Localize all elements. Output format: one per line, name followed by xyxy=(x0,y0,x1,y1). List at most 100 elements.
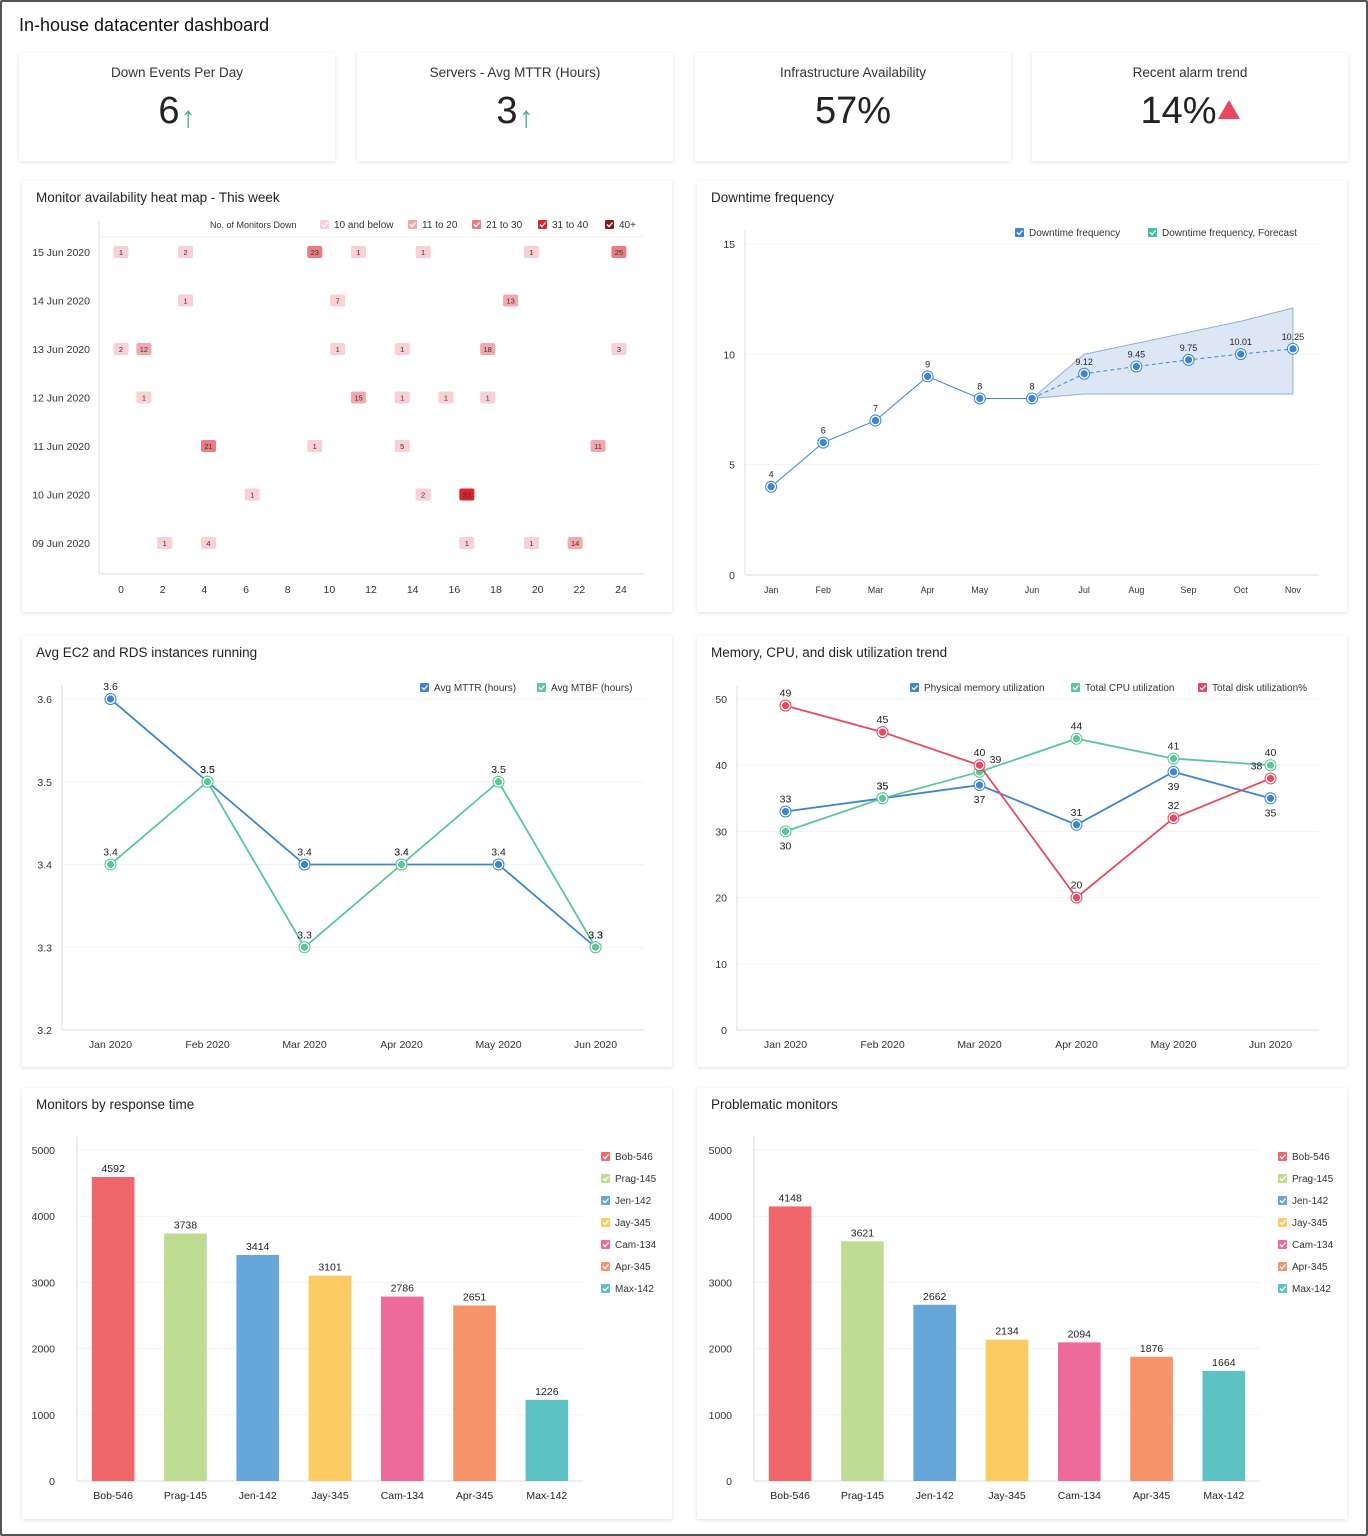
problematic-chart: 0 1000 2000 3000 4000 5000 4148 Bob-546 3621 Prag… xyxy=(709,1136,1334,1502)
heatmap-chart: No. of Monitors Down 10 and below 11 to 20… xyxy=(32,220,644,596)
data-point[interactable] xyxy=(494,860,503,869)
kpi-avg-mttr[interactable]: Servers - Avg MTTR (Hours) 3 ↑ xyxy=(357,53,673,161)
legend-item-label[interactable]: Apr-345 xyxy=(1292,1262,1328,1273)
data-point[interactable] xyxy=(878,794,887,802)
data-point[interactable] xyxy=(1266,761,1275,769)
legend-item-label[interactable]: Prag-145 xyxy=(615,1174,657,1185)
data-point[interactable] xyxy=(781,827,790,835)
data-point[interactable] xyxy=(494,778,503,786)
legend-item-label[interactable]: Jay-345 xyxy=(1292,1218,1328,1229)
bar-jen-142[interactable] xyxy=(236,1254,280,1481)
data-point[interactable] xyxy=(1289,345,1297,353)
bar-bob-546[interactable] xyxy=(768,1206,812,1481)
data-point[interactable] xyxy=(1266,774,1275,783)
data-point[interactable] xyxy=(819,439,827,447)
bar-bob-546[interactable] xyxy=(91,1177,135,1481)
data-point[interactable] xyxy=(975,781,984,789)
data-point[interactable] xyxy=(781,807,790,816)
heatmap-cell-label: 1 xyxy=(465,539,469,548)
heatmap-legend-item-label[interactable]: 31 to 40 xyxy=(552,220,589,231)
heatmap-cell-label: 21 xyxy=(204,442,212,451)
legend-item-label[interactable]: Prag-145 xyxy=(1292,1174,1334,1185)
bar-apr-345[interactable] xyxy=(1130,1356,1173,1481)
x-tick-label: May 2020 xyxy=(475,1039,521,1051)
x-tick-label: Jan 2020 xyxy=(89,1039,132,1051)
data-point[interactable] xyxy=(106,860,115,869)
legend-item-label[interactable]: Bob-546 xyxy=(615,1152,653,1163)
data-point[interactable] xyxy=(975,761,984,769)
data-point[interactable] xyxy=(1184,356,1193,364)
legend-item-label[interactable]: Jen-142 xyxy=(615,1196,652,1207)
legend-item-label[interactable]: Bob-546 xyxy=(1292,1152,1330,1163)
legend-item-label[interactable]: Avg MTBF (hours) xyxy=(551,683,633,694)
x-tick-label: 16 xyxy=(448,584,460,596)
heatmap-cell-label: 1 xyxy=(421,248,425,257)
legend-item-label[interactable]: Jen-142 xyxy=(1292,1196,1329,1207)
legend-item-label[interactable]: Jay-345 xyxy=(615,1218,651,1229)
legend-item-label[interactable]: Total disk utilization% xyxy=(1212,683,1307,694)
panel-ec2: Avg EC2 and RDS instances running 3.2 3.3… xyxy=(22,636,672,1067)
y-tick-label: 30 xyxy=(715,826,727,838)
data-point[interactable] xyxy=(203,778,212,786)
data-point[interactable] xyxy=(1080,370,1088,378)
bar-jay-345[interactable] xyxy=(308,1275,352,1481)
legend-item-label[interactable]: Max-142 xyxy=(1292,1284,1331,1295)
bar-jen-142[interactable] xyxy=(913,1304,957,1481)
data-label: 32 xyxy=(1168,800,1180,812)
data-point[interactable] xyxy=(1072,821,1081,829)
data-point[interactable] xyxy=(871,416,880,425)
data-point[interactable] xyxy=(1266,794,1275,802)
data-label: 3.4 xyxy=(103,847,118,859)
data-point[interactable] xyxy=(300,943,309,951)
heatmap-cell-label: 1 xyxy=(183,297,187,306)
data-point[interactable] xyxy=(1237,350,1245,358)
legend-item-label[interactable]: Downtime frequency, Forecast xyxy=(1162,228,1297,239)
kpi-infrastructure-availability[interactable]: Infrastructure Availability 57% xyxy=(695,53,1011,161)
data-point[interactable] xyxy=(1169,754,1178,763)
response-chart: 0 1000 2000 3000 4000 5000 4592 Bob-546 3738 Prag… xyxy=(32,1136,657,1502)
bar-cam-134[interactable] xyxy=(380,1296,424,1481)
x-tick-label: Cam-134 xyxy=(381,1490,424,1502)
y-tick-label: 0 xyxy=(721,1025,727,1037)
data-point[interactable] xyxy=(924,372,932,380)
bar-max-142[interactable] xyxy=(525,1399,569,1481)
data-point[interactable] xyxy=(878,728,887,736)
bar-jay-345[interactable] xyxy=(985,1339,1029,1481)
y-tick-label: 3.3 xyxy=(37,942,52,954)
data-point[interactable] xyxy=(1072,735,1081,743)
data-point[interactable] xyxy=(1169,768,1178,776)
legend-item-label[interactable]: Downtime frequency xyxy=(1029,228,1120,239)
data-point[interactable] xyxy=(397,860,406,869)
kpi-alarm-trend[interactable]: Recent alarm trend 14% xyxy=(1032,53,1348,161)
heatmap-legend-item-label[interactable]: 10 and below xyxy=(334,220,394,231)
y-tick-label: 10 xyxy=(715,959,727,971)
legend-item-label[interactable]: Max-142 xyxy=(615,1284,654,1295)
data-point[interactable] xyxy=(1132,362,1140,371)
bar-prag-145[interactable] xyxy=(841,1241,884,1481)
kpi-down-events[interactable]: Down Events Per Day 6 ↑ xyxy=(19,53,335,161)
bar-prag-145[interactable] xyxy=(164,1233,207,1481)
legend-item-label[interactable]: Apr-345 xyxy=(615,1262,651,1273)
legend-item-label[interactable]: Physical memory utilization xyxy=(924,683,1045,694)
legend-item-swatch xyxy=(910,683,919,692)
legend-item-label[interactable]: Cam-134 xyxy=(1292,1240,1334,1251)
data-point[interactable] xyxy=(976,394,984,403)
heatmap-cell-label: 1 xyxy=(400,345,404,354)
legend-item-label[interactable]: Avg MTTR (hours) xyxy=(434,683,516,694)
legend-item-label[interactable]: Cam-134 xyxy=(615,1240,657,1251)
bar-max-142[interactable] xyxy=(1202,1370,1246,1481)
data-point[interactable] xyxy=(591,943,600,951)
bar-cam-134[interactable] xyxy=(1057,1342,1101,1481)
legend-item-label[interactable]: Total CPU utilization xyxy=(1085,683,1174,694)
data-point[interactable] xyxy=(781,702,790,710)
heatmap-legend-item-label[interactable]: 40+ xyxy=(619,220,636,231)
data-point[interactable] xyxy=(106,695,115,703)
data-point[interactable] xyxy=(767,483,775,491)
bar-apr-345[interactable] xyxy=(453,1305,496,1481)
data-point[interactable] xyxy=(1072,894,1081,902)
heatmap-cell-label: 4 xyxy=(206,539,210,548)
heatmap-legend-item-label[interactable]: 11 to 20 xyxy=(422,220,458,231)
data-point[interactable] xyxy=(300,860,309,869)
data-point[interactable] xyxy=(1169,814,1178,822)
heatmap-legend-item-label[interactable]: 21 to 30 xyxy=(486,220,523,231)
